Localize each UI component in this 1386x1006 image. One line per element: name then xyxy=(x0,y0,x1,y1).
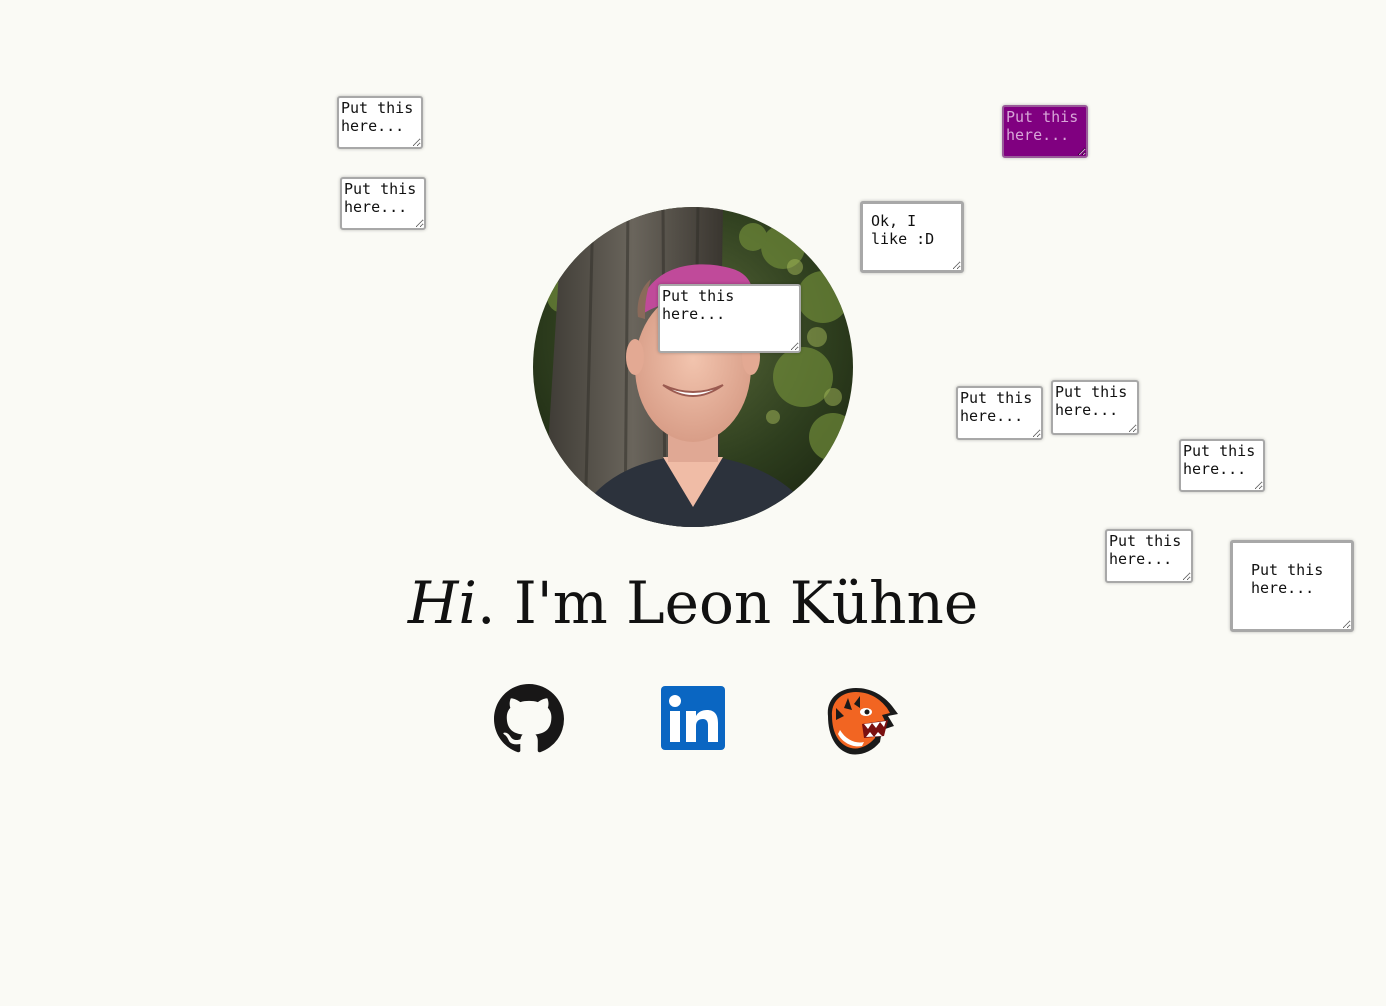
github-link[interactable] xyxy=(494,684,564,758)
tiger-link[interactable] xyxy=(820,684,900,758)
note-textarea[interactable]: Put this here... xyxy=(340,177,426,230)
page-title: Hi. I'm Leon Kühne xyxy=(0,568,1386,638)
tiger-logo xyxy=(827,688,898,755)
linkedin-icon xyxy=(661,686,725,750)
linkedin-link[interactable] xyxy=(658,684,728,758)
profile-photo xyxy=(533,207,853,527)
note-textarea[interactable]: Put this here... xyxy=(1051,380,1139,435)
github-icon xyxy=(494,684,564,753)
note-textarea-purple[interactable]: Put this here... xyxy=(1002,105,1088,158)
name-text: . I'm Leon Kühne xyxy=(476,569,979,637)
note-textarea[interactable]: Put this here... xyxy=(658,284,801,353)
greeting-text: Hi xyxy=(407,569,477,637)
note-textarea-active[interactable]: Ok, I like :D xyxy=(860,201,964,273)
note-textarea[interactable]: Put this here... xyxy=(337,96,423,149)
note-textarea[interactable]: Put this here... xyxy=(956,386,1043,440)
note-textarea[interactable]: Put this here... xyxy=(1179,439,1265,492)
